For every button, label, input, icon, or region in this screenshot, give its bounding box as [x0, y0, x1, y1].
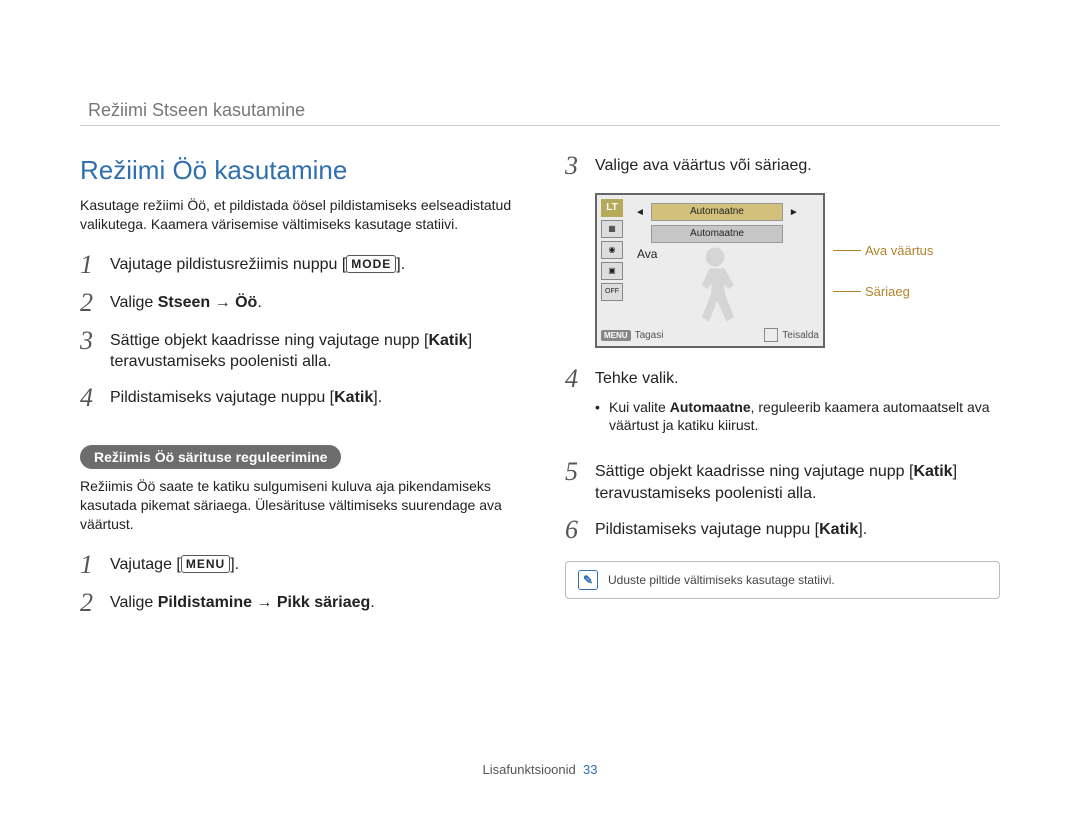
figure-callouts: Ava väärtus Säriaeg — [833, 243, 933, 299]
step-number: 4 — [80, 385, 110, 411]
step-number: 3 — [80, 328, 110, 354]
back-label: Tagasi — [635, 330, 664, 341]
step-text: Vajutage pildistusrežiimis nuppu [MODE]. — [110, 254, 515, 276]
step-text: Sättige objekt kaadrisse ning vajutage n… — [595, 461, 1000, 504]
step-number: 2 — [80, 290, 110, 316]
figure-camera-screen: LT ▦ ◉ ▣ OFF ◄ Automaatne ► Automaa — [595, 193, 1000, 348]
step-text: Pildistamiseks vajutage nuppu [Katik]. — [110, 387, 515, 409]
step-text: Valige ava väärtus või säriaeg. — [595, 155, 1000, 177]
step-number: 1 — [80, 252, 110, 278]
steps-primary: 1 Vajutage pildistusrežiimis nuppu [MODE… — [80, 254, 515, 411]
step-number: 4 — [565, 366, 595, 392]
callout-shutter: Säriaeg — [865, 284, 910, 299]
status-icon: OFF — [601, 283, 623, 301]
aperture-value-box: Automaatne — [651, 203, 783, 221]
camera-screen: LT ▦ ◉ ▣ OFF ◄ Automaatne ► Automaa — [595, 193, 825, 348]
mode-icon-lt: LT — [601, 199, 623, 217]
section-intro: Kasutage režiimi Öö, et pildistada öösel… — [80, 196, 515, 234]
steps-right-cont: 4 Tehke valik. Kui valite Automaatne, re… — [565, 368, 1000, 543]
subsection-pill: Režiimis Öö särituse reguleerimine — [80, 445, 341, 469]
steps-right: 3 Valige ava väärtus või säriaeg. — [565, 155, 1000, 179]
status-icon: ▣ — [601, 262, 623, 280]
step-text: Valige Stseen → Öö. — [110, 292, 515, 314]
manual-page: Režiimi Stseen kasutamine Režiimi Öö kas… — [0, 0, 1080, 815]
footer-label: Lisafunktsioonid — [483, 762, 576, 777]
step-text: Valige Pildistamine → Pikk säriaeg. — [110, 592, 515, 614]
step-number: 1 — [80, 552, 110, 578]
steps-exposure: 1 Vajutage [MENU]. 2 Valige Pildistamine… — [80, 554, 515, 616]
step-text: Pildistamiseks vajutage nuppu [Katik]. — [595, 519, 1000, 541]
header-rule — [80, 125, 1000, 126]
nav-icon — [764, 328, 778, 342]
left-column: Režiimi Öö kasutamine Kasutage režiimi Ö… — [80, 155, 515, 630]
step-number: 3 — [565, 153, 595, 179]
page-number: 33 — [583, 762, 597, 777]
note-icon: ✎ — [578, 570, 598, 590]
tip-box: ✎ Uduste piltide vältimiseks kasutage st… — [565, 561, 1000, 599]
step-text: Vajutage [MENU]. — [110, 554, 515, 576]
move-label: Teisalda — [782, 330, 819, 341]
status-icon: ◉ — [601, 241, 623, 259]
mode-button-label: MODE — [346, 255, 396, 273]
running-head: Režiimi Stseen kasutamine — [88, 100, 305, 121]
status-icon: ▦ — [601, 220, 623, 238]
right-arrow-icon: ► — [789, 207, 799, 218]
step-number: 2 — [80, 590, 110, 616]
subsection-intro: Režiimis Öö saate te katiku sulgumiseni … — [80, 477, 515, 534]
step-text: Tehke valik. Kui valite Automaatne, regu… — [595, 368, 1000, 447]
step-text: Sättige objekt kaadrisse ning vajutage n… — [110, 330, 515, 373]
subject-silhouette-icon — [677, 240, 757, 325]
aperture-label: Ava — [637, 247, 657, 261]
step-sub-bullet: Kui valite Automaatne, reguleerib kaamer… — [595, 398, 1000, 436]
callout-aperture: Ava väärtus — [865, 243, 933, 258]
tip-text: Uduste piltide vältimiseks kasutage stat… — [608, 573, 835, 587]
page-footer: Lisafunktsioonid 33 — [0, 762, 1080, 777]
right-column: 3 Valige ava väärtus või säriaeg. LT ▦ ◉… — [565, 155, 1000, 630]
left-arrow-icon: ◄ — [635, 207, 645, 218]
step-number: 6 — [565, 517, 595, 543]
section-title: Režiimi Öö kasutamine — [80, 155, 515, 186]
menu-chip-icon: MENU — [601, 330, 631, 341]
step-number: 5 — [565, 459, 595, 485]
menu-button-label: MENU — [181, 555, 230, 573]
